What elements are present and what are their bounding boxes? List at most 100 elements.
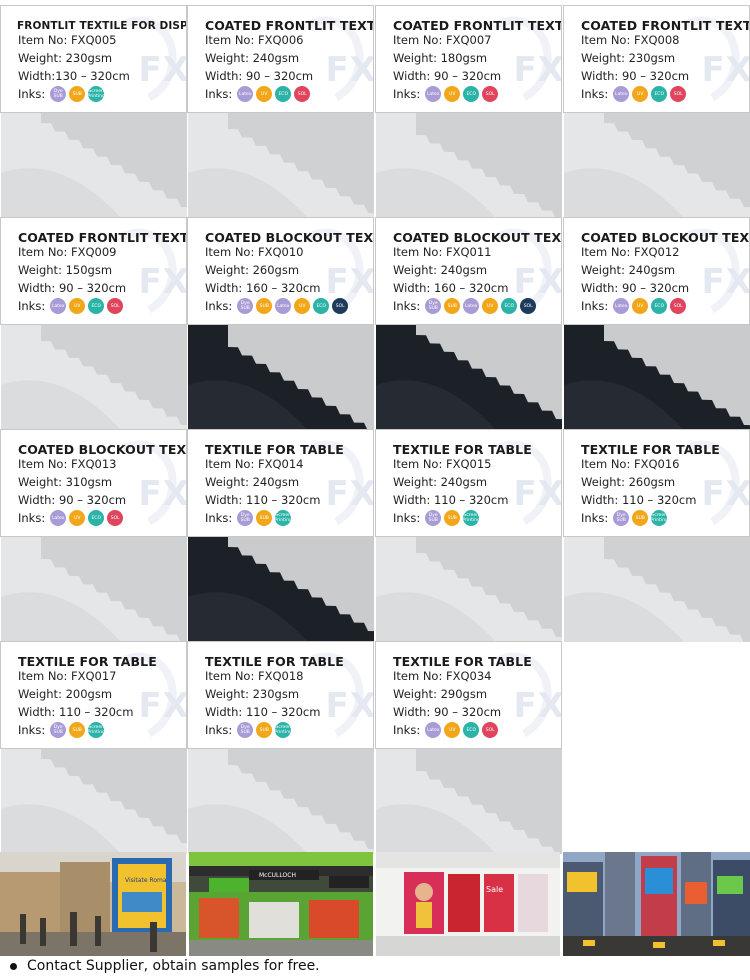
watermark-logo: FX [513,262,562,302]
ink-badge-screen: Screen Printing [88,86,105,102]
fabric-sample-photo [0,749,187,854]
item-number: Item No: FXQ009 [18,245,117,259]
ink-badge-latex: Latex [425,722,442,738]
product-info: FX COATED FRONTLIT TEXTILE Item No: FXQ0… [0,217,187,325]
item-number: Item No: FXQ017 [18,669,117,683]
watermark-logo: FX [138,50,187,90]
ink-badge-sol: SOL [107,298,124,314]
product-weight: Weight: 230gsm [581,51,676,65]
ink-badge-latex: Latex [613,298,630,314]
product-weight: Weight: 230gsm [205,687,300,701]
ink-badge-latex: Latex [50,510,67,526]
ink-compatibility: Inks: Latex UV ECO SOL [205,86,311,102]
fabric-sample-photo [187,537,374,642]
ink-badge-dye-sub: Dye SUB [237,510,254,526]
ink-compatibility: Inks: Dye SUB SUB Latex UV ECO SOL [393,298,537,314]
ink-badge-eco: ECO [313,298,330,314]
product-weight: Weight: 180gsm [393,51,488,65]
item-number: Item No: FXQ013 [18,457,117,471]
product-weight: Weight: 260gsm [581,475,676,489]
product-width: Width: 90 – 320cm [205,69,314,83]
fabric-sample-photo [0,537,187,642]
ink-compatibility: Inks: Dye SUB SUB Screen Printing [393,510,480,526]
product-width: Width:130 – 320cm [18,69,130,83]
product-width: Width: 90 – 320cm [393,69,502,83]
product-title: FRONTLIT TEXTILE FOR DISPLAY [17,20,186,32]
footer-text: Contact Supplier, obtain samples for fre… [27,958,320,974]
product-title: TEXTILE FOR TABLE [581,442,720,457]
fabric-sample-photo [375,113,562,218]
product-weight: Weight: 240gsm [581,263,676,277]
watermark-logo: FX [325,50,374,90]
product-title: COATED FRONTLIT TEXTILE [581,18,749,33]
ink-badge-sol-dark: SOL [520,298,537,314]
ink-badge-eco: ECO [88,298,105,314]
product-weight: Weight: 240gsm [205,51,300,65]
product-width: Width: 110 – 320cm [581,493,697,507]
ink-badge-uv: UV [482,298,499,314]
ink-badge-uv: UV [69,510,86,526]
product-weight: Weight: 290gsm [393,687,488,701]
ink-badge-sub: SUB [69,722,86,738]
inks-label: Inks: [393,87,421,101]
ink-compatibility: Inks: Dye SUB SUB Screen Printing [205,510,292,526]
ink-badge-dye-sub: Dye SUB [613,510,630,526]
ink-badge-sub: SUB [256,510,273,526]
watermark-logo: FX [138,262,187,302]
product-info: FX TEXTILE FOR TABLE Item No: FXQ034 Wei… [375,641,562,749]
ink-badge-dye-sub: Dye SUB [425,510,442,526]
product-weight: Weight: 240gsm [393,475,488,489]
fabric-sample-photo [563,325,750,430]
product-info: FX COATED BLOCKOUT TEXTILE Item No: FXQ0… [187,217,374,325]
product-title: COATED FRONTLIT TEXTILE [205,18,373,33]
ink-compatibility: Inks: Dye SUB SUB Screen Printing [581,510,668,526]
inks-label: Inks: [393,511,421,525]
ink-badge-eco: ECO [651,86,668,102]
item-number: Item No: FXQ006 [205,33,304,47]
product-width: Width: 110 – 320cm [393,493,509,507]
ink-badge-latex: Latex [425,86,442,102]
ink-compatibility: Inks: Latex UV ECO SOL [393,722,499,738]
ink-compatibility: Inks: Latex UV ECO SOL [581,86,687,102]
fabric-sample-photo [187,325,374,430]
product-width: Width: 90 – 320cm [18,281,127,295]
product-info: FX TEXTILE FOR TABLE Item No: FXQ014 Wei… [187,429,374,537]
product-info: FX TEXTILE FOR TABLE Item No: FXQ017 Wei… [0,641,187,749]
inks-label: Inks: [205,723,233,737]
product-card: FX TEXTILE FOR TABLE Item No: FXQ017 Wei… [0,641,187,854]
ink-compatibility: Inks: Dye SUB SUB Screen Printing [18,86,105,102]
product-card: FX COATED BLOCKOUT TEXTILE Item No: FXQ0… [187,217,374,430]
ink-badge-latex: Latex [237,86,254,102]
product-info: FX TEXTILE FOR TABLE Item No: FXQ016 Wei… [563,429,750,537]
inks-label: Inks: [205,511,233,525]
product-info: FX FRONTLIT TEXTILE FOR DISPLAY Item No:… [0,5,187,113]
fabric-sample-photo [187,749,374,854]
product-width: Width: 90 – 320cm [581,69,690,83]
fabric-sample-photo [563,537,750,642]
product-title: COATED BLOCKOUT TEXTILE [18,442,187,457]
watermark-logo: FX [325,474,374,514]
fabric-sample-photo [0,325,187,430]
fabric-sample-photo [563,113,750,218]
product-width: Width: 160 – 320cm [205,281,321,295]
product-card: FX COATED FRONTLIT TEXTILE Item No: FXQ0… [375,5,562,218]
product-card: FX TEXTILE FOR TABLE Item No: FXQ016 Wei… [563,429,750,642]
product-title: TEXTILE FOR TABLE [18,654,157,669]
item-number: Item No: FXQ010 [205,245,304,259]
product-width: Width: 110 – 320cm [205,493,321,507]
item-number: Item No: FXQ014 [205,457,304,471]
inks-label: Inks: [581,511,609,525]
ink-badge-latex: Latex [613,86,630,102]
bullet-icon [10,962,17,970]
ink-badge-uv: UV [69,298,86,314]
inks-label: Inks: [393,299,421,313]
product-card: FX TEXTILE FOR TABLE Item No: FXQ034 Wei… [375,641,562,854]
fabric-sample-photo [375,325,562,430]
ink-badge-sol: SOL [482,86,499,102]
inks-label: Inks: [18,87,46,101]
photo-shop-window: Sale [376,852,560,956]
item-number: Item No: FXQ016 [581,457,680,471]
ink-compatibility: Inks: Latex UV ECO SOL [18,298,124,314]
ink-badge-latex: Latex [275,298,292,314]
watermark-logo: FX [701,474,750,514]
